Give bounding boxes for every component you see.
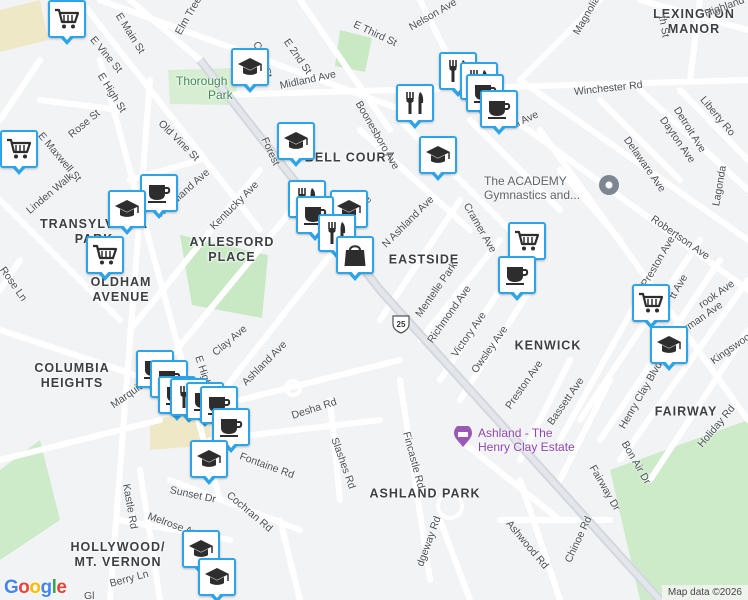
landmark-pin-icon[interactable] <box>453 426 473 448</box>
marker-box <box>198 558 236 596</box>
graduation-cap-icon <box>425 144 451 166</box>
us-route-shield-icon: 25 <box>392 315 410 334</box>
shopping-cart-icon <box>92 244 118 266</box>
coffee-cup-icon <box>218 416 244 438</box>
graduation-cap-icon <box>188 538 214 560</box>
coffee-cup-icon <box>146 182 172 204</box>
place-pin-icon[interactable] <box>598 174 620 196</box>
map-marker-graduation-cap[interactable] <box>231 48 269 94</box>
graduation-cap-icon <box>283 130 309 152</box>
marker-box <box>336 236 374 274</box>
neighborhood-label: KENWICK <box>514 338 582 353</box>
marker-pointer <box>11 164 27 175</box>
marker-box <box>231 48 269 86</box>
map-attribution[interactable]: Map data ©2026 <box>661 585 748 600</box>
graduation-cap-icon <box>237 56 263 78</box>
shopping-cart-icon <box>6 138 32 160</box>
marker-box <box>650 326 688 364</box>
marker-pointer <box>491 124 507 135</box>
marker-pointer <box>509 290 525 301</box>
map-marker-graduation-cap[interactable] <box>108 190 146 236</box>
marker-box <box>419 136 457 174</box>
map-marker-graduation-cap[interactable] <box>277 122 315 168</box>
marker-box <box>480 90 518 128</box>
marker-box <box>86 236 124 274</box>
graduation-cap-icon <box>656 334 682 356</box>
street-label: Gl <box>84 590 95 600</box>
map-marker-coffee-cup[interactable] <box>498 256 536 302</box>
google-logo[interactable]: Google <box>4 577 67 599</box>
map-marker-shopping-cart[interactable] <box>48 0 86 46</box>
shopping-bag-icon <box>343 242 367 268</box>
graduation-cap-icon <box>196 448 222 470</box>
shopping-cart-icon <box>54 8 80 30</box>
map-marker-graduation-cap[interactable] <box>419 136 457 182</box>
marker-pointer <box>661 360 677 371</box>
shopping-cart-icon <box>638 292 664 314</box>
neighborhood-label: HOLLYWOOD/MT. VERNON <box>70 540 166 569</box>
poi-label-ashland[interactable]: Ashland - The Henry Clay Estate <box>478 426 575 454</box>
neighborhood-label: AYLESFORD PLACE <box>189 235 275 264</box>
map-marker-shopping-cart[interactable] <box>632 284 670 330</box>
poi-label-academy[interactable]: The ACADEMY Gymnastics and... <box>484 174 580 202</box>
map-canvas[interactable]: LEXINGTONMANOR BELL COURT TRANSYLVANIAPA… <box>0 0 748 600</box>
marker-box <box>190 440 228 478</box>
graduation-cap-icon <box>204 566 230 588</box>
marker-pointer <box>151 208 167 219</box>
map-marker-graduation-cap[interactable] <box>198 558 236 600</box>
park-label[interactable]: Thorough Park <box>176 74 233 102</box>
coffee-cup-icon <box>486 98 512 120</box>
marker-pointer <box>242 82 258 93</box>
marker-box <box>108 190 146 228</box>
restaurant-icon <box>403 90 427 116</box>
marker-pointer <box>430 170 446 181</box>
neighborhood-label: FAIRWAY <box>654 404 718 419</box>
marker-box <box>632 284 670 322</box>
map-marker-graduation-cap[interactable] <box>650 326 688 372</box>
marker-box <box>508 222 546 260</box>
marker-pointer <box>97 270 113 281</box>
neighborhood-label: COLUMBIA HEIGHTS <box>34 361 110 390</box>
map-marker-graduation-cap[interactable] <box>190 440 228 486</box>
shopping-cart-icon <box>514 230 540 252</box>
marker-pointer <box>288 156 304 167</box>
marker-box <box>0 130 38 168</box>
map-marker-shopping-cart[interactable] <box>0 130 38 176</box>
marker-pointer <box>407 118 423 129</box>
marker-box <box>396 84 434 122</box>
graduation-cap-icon <box>114 198 140 220</box>
marker-box <box>498 256 536 294</box>
route-number: 25 <box>397 320 406 329</box>
map-marker-shopping-cart[interactable] <box>86 236 124 282</box>
marker-pointer <box>209 592 225 600</box>
coffee-cup-icon <box>504 264 530 286</box>
map-marker-shopping-bag[interactable] <box>336 236 374 282</box>
marker-box <box>48 0 86 38</box>
marker-pointer <box>59 34 75 45</box>
neighborhood-label: ASHLAND PARK <box>369 486 481 501</box>
map-marker-restaurant[interactable] <box>396 84 434 130</box>
campus-area <box>0 0 48 52</box>
marker-pointer <box>347 270 363 281</box>
marker-pointer <box>119 224 135 235</box>
map-marker-coffee-cup[interactable] <box>480 90 518 136</box>
marker-box <box>277 122 315 160</box>
marker-pointer <box>201 474 217 485</box>
